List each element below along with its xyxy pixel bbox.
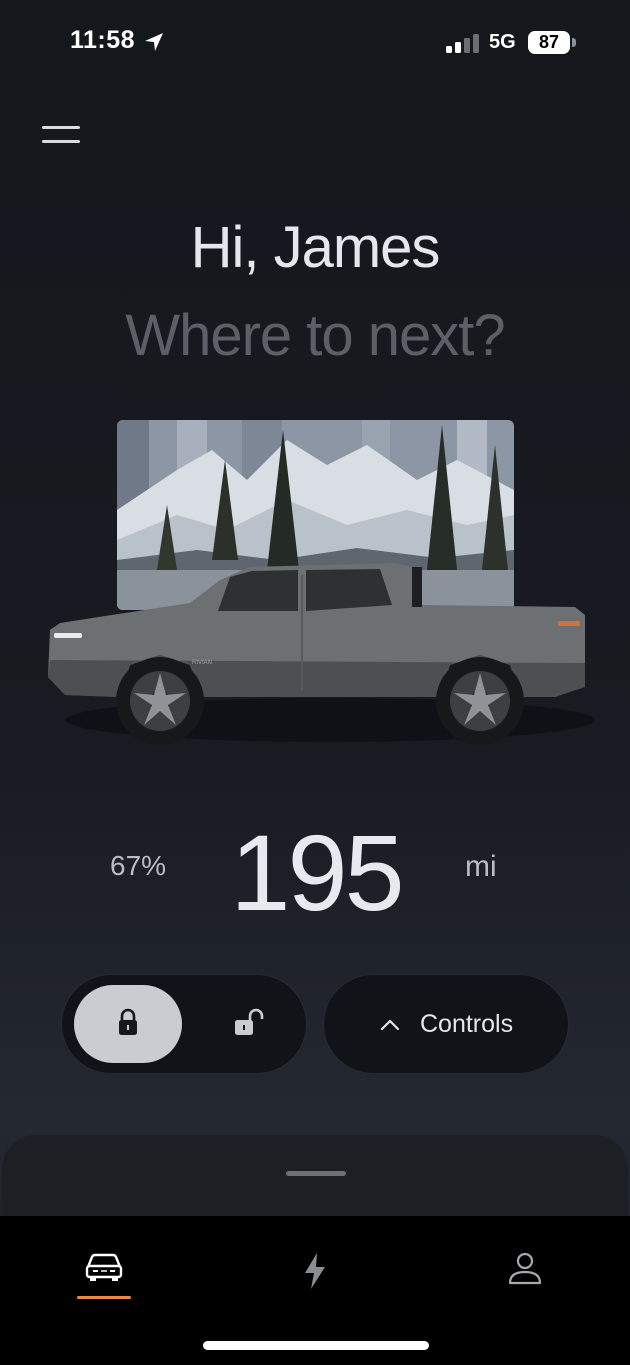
- network-type: 5G: [489, 31, 516, 53]
- location-arrow-icon: [145, 33, 163, 51]
- menu-button[interactable]: [36, 118, 86, 154]
- lock-open-icon: [235, 1008, 264, 1035]
- chevron-up-icon: [380, 1019, 400, 1031]
- vehicle-badge: RIVIAN: [192, 660, 212, 666]
- battery-level: 87: [528, 31, 570, 54]
- greeting-subtitle: Where to next?: [125, 303, 505, 368]
- home-indicator[interactable]: [203, 1341, 429, 1350]
- status-bar: 11:58 5G 87: [0, 0, 630, 90]
- battery-tip: [572, 38, 576, 47]
- lock-toggle-group: [61, 974, 307, 1074]
- controls-label: Controls: [420, 1010, 514, 1038]
- lock-closed-icon: [119, 1008, 137, 1035]
- range-unit: mi: [465, 850, 497, 883]
- active-tab-indicator: [77, 1296, 131, 1299]
- car-icon: [85, 1253, 123, 1281]
- greeting-title: Hi, James: [190, 215, 441, 280]
- status-time: 11:58: [70, 26, 136, 54]
- controls-button[interactable]: Controls: [323, 974, 569, 1074]
- range-summary: 67% 195 mi: [0, 810, 630, 933]
- sheet-drag-handle[interactable]: [286, 1171, 346, 1176]
- tab-charging[interactable]: [275, 1246, 355, 1306]
- menu-line: [42, 126, 80, 129]
- tab-profile[interactable]: [485, 1246, 565, 1306]
- tab-vehicle[interactable]: [64, 1246, 144, 1306]
- bolt-icon: [305, 1253, 325, 1289]
- cellular-signal-icon: [446, 34, 479, 53]
- vehicle-hero[interactable]: RIVIAN: [40, 415, 600, 760]
- vehicle-truck-image: RIVIAN: [48, 563, 595, 745]
- range-value: 195: [230, 812, 404, 933]
- person-icon: [508, 1252, 542, 1285]
- lock-button[interactable]: [74, 985, 182, 1063]
- unlock-button[interactable]: [190, 985, 298, 1063]
- battery-percent: 67%: [110, 850, 167, 881]
- vehicle-home-screen: 11:58 5G 87 Hi, James Where to next? RIV…: [0, 0, 630, 1365]
- menu-line: [42, 140, 80, 143]
